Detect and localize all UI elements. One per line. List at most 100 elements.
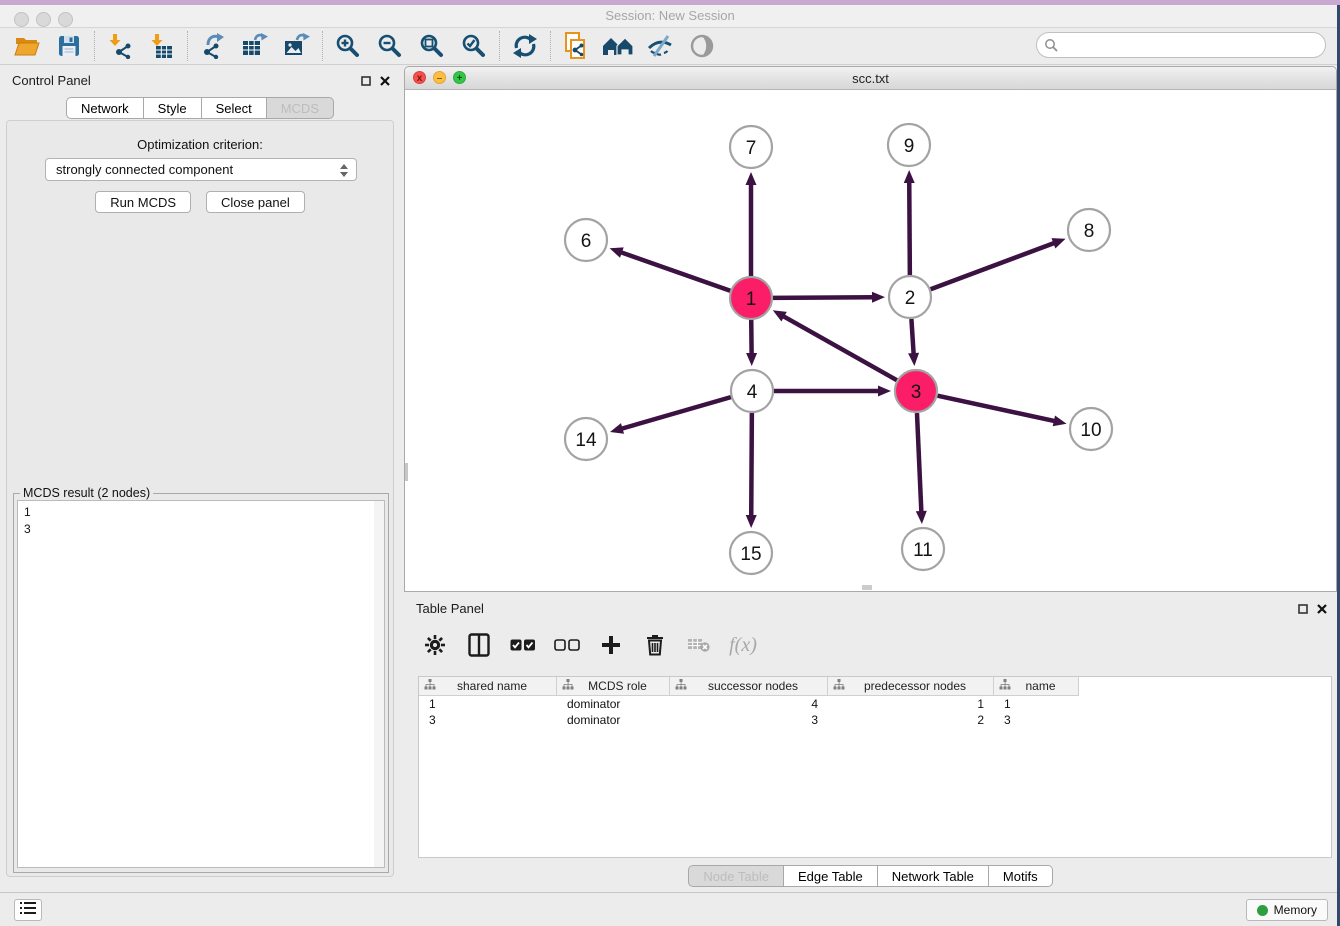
graph-edge-1-4[interactable] (746, 320, 757, 366)
toolbar-separator (94, 31, 95, 61)
graph-edge-4-15[interactable] (746, 413, 757, 528)
graph-edge-3-1[interactable] (773, 310, 897, 380)
table-row[interactable]: 1dominator411 (419, 696, 1331, 712)
graph-edge-2-8[interactable] (931, 238, 1066, 289)
graph-edge-3-11[interactable] (916, 413, 927, 524)
float-panel-icon[interactable] (361, 73, 371, 91)
network-graph[interactable]: 7 9 6 8 1 2 4 3 14 10 15 11 (405, 90, 1336, 591)
table-header-row: shared nameMCDS rolesuccessor nodesprede… (419, 677, 1331, 696)
delete-table-icon[interactable] (682, 628, 716, 662)
close-panel-icon[interactable] (1317, 601, 1327, 619)
export-table-icon[interactable] (234, 29, 276, 63)
tab-network-table[interactable]: Network Table (877, 865, 988, 887)
network-window-titlebar[interactable]: x – + scc.txt (405, 67, 1336, 90)
tab-style[interactable]: Style (143, 97, 201, 119)
zoom-out-icon[interactable] (369, 29, 411, 63)
app-title: Session: New Session (0, 8, 1340, 23)
graph-edge-1-7[interactable] (746, 172, 757, 276)
refresh-icon[interactable] (504, 29, 546, 63)
graph-edge-3-10[interactable] (937, 396, 1066, 427)
mcds-result-textarea[interactable]: 13 (17, 500, 385, 868)
zoom-fit-icon[interactable] (411, 29, 453, 63)
control-panel: Control Panel NetworkStyleSelectMCDS Opt… (0, 66, 400, 882)
graph-edge-4-3[interactable] (774, 386, 891, 397)
table-row[interactable]: 3dominator323 (419, 712, 1331, 728)
criterion-select[interactable]: strongly connected component (45, 158, 357, 181)
save-session-icon[interactable] (48, 29, 90, 63)
svg-text:11: 11 (913, 540, 933, 561)
vertical-scrollbar-nub[interactable] (405, 463, 408, 481)
add-column-icon[interactable] (594, 628, 628, 662)
tab-edge-table[interactable]: Edge Table (783, 865, 877, 887)
graph-edge-2-9[interactable] (904, 170, 915, 275)
search-input[interactable] (1036, 32, 1326, 58)
table-toolbar: f(x) (418, 624, 760, 666)
close-panel-button[interactable]: Close panel (206, 191, 305, 213)
import-network-icon[interactable] (99, 29, 141, 63)
graph-node-1[interactable]: 1 (730, 277, 772, 319)
mcds-result-groupbox: MCDS result (2 nodes) 13 (13, 493, 389, 873)
svg-text:7: 7 (746, 138, 757, 159)
memory-button[interactable]: Memory (1246, 899, 1328, 921)
graph-edge-1-2[interactable] (773, 292, 885, 303)
graph-node-2[interactable]: 2 (889, 276, 931, 318)
graph-node-8[interactable]: 8 (1068, 209, 1110, 251)
show-icon[interactable] (681, 29, 723, 63)
graph-node-9[interactable]: 9 (888, 124, 930, 166)
fx-label: f(x) (729, 634, 757, 657)
result-scrollbar[interactable] (374, 501, 384, 867)
graph-node-3[interactable]: 3 (895, 370, 937, 412)
table-cell: 3 (670, 712, 828, 728)
svg-text:1: 1 (746, 289, 757, 310)
settings-gear-icon[interactable] (418, 628, 452, 662)
graph-node-7[interactable]: 7 (730, 126, 772, 168)
column-header-MCDS-role[interactable]: MCDS role (557, 677, 670, 696)
hide-icon[interactable] (639, 29, 681, 63)
export-network-icon[interactable] (192, 29, 234, 63)
deselect-all-icon[interactable] (550, 628, 584, 662)
column-header-shared-name[interactable]: shared name (419, 677, 557, 696)
zoom-selected-icon[interactable] (453, 29, 495, 63)
graph-edge-1-6[interactable] (610, 247, 731, 290)
open-session-icon[interactable] (6, 29, 48, 63)
chevron-up-down-icon (339, 163, 349, 181)
graph-edge-4-14[interactable] (610, 397, 731, 434)
import-table-icon[interactable] (141, 29, 183, 63)
column-header-predecessor-nodes[interactable]: predecessor nodes (828, 677, 994, 696)
close-panel-icon[interactable] (380, 73, 390, 91)
table-body: 1dominator4113dominator323 (419, 696, 1331, 728)
export-image-icon[interactable] (276, 29, 318, 63)
tab-select[interactable]: Select (201, 97, 266, 119)
toolbar-separator (187, 31, 188, 61)
task-history-button[interactable] (14, 899, 42, 921)
home-icon[interactable] (597, 29, 639, 63)
table-cell: 4 (670, 696, 828, 712)
tab-motifs[interactable]: Motifs (988, 865, 1053, 887)
graph-node-10[interactable]: 10 (1070, 408, 1112, 450)
graph-node-11[interactable]: 11 (902, 528, 944, 570)
duplicate-network-icon[interactable] (555, 29, 597, 63)
status-bar: Memory (0, 892, 1340, 926)
graph-node-6[interactable]: 6 (565, 219, 607, 261)
function-builder-icon[interactable]: f(x) (726, 628, 760, 662)
network-canvas[interactable]: 7 9 6 8 1 2 4 3 14 10 15 11 (405, 90, 1336, 591)
horizontal-scrollbar-nub[interactable] (862, 585, 872, 590)
delete-column-icon[interactable] (638, 628, 672, 662)
graph-node-14[interactable]: 14 (565, 418, 607, 460)
run-mcds-button[interactable]: Run MCDS (95, 191, 191, 213)
select-all-icon[interactable] (506, 628, 540, 662)
table-cell: 3 (419, 712, 557, 728)
tab-node-table[interactable]: Node Table (688, 865, 783, 887)
graph-edge-2-3[interactable] (908, 319, 919, 366)
tab-mcds[interactable]: MCDS (266, 97, 334, 119)
graph-node-15[interactable]: 15 (730, 532, 772, 574)
float-panel-icon[interactable] (1298, 601, 1308, 619)
tab-network[interactable]: Network (66, 97, 143, 119)
svg-text:4: 4 (747, 382, 758, 403)
table-panel-title: Table Panel (416, 601, 484, 616)
zoom-in-icon[interactable] (327, 29, 369, 63)
column-browser-icon[interactable] (462, 628, 496, 662)
graph-node-4[interactable]: 4 (731, 370, 773, 412)
column-header-name[interactable]: name (994, 677, 1079, 696)
column-header-successor-nodes[interactable]: successor nodes (670, 677, 828, 696)
